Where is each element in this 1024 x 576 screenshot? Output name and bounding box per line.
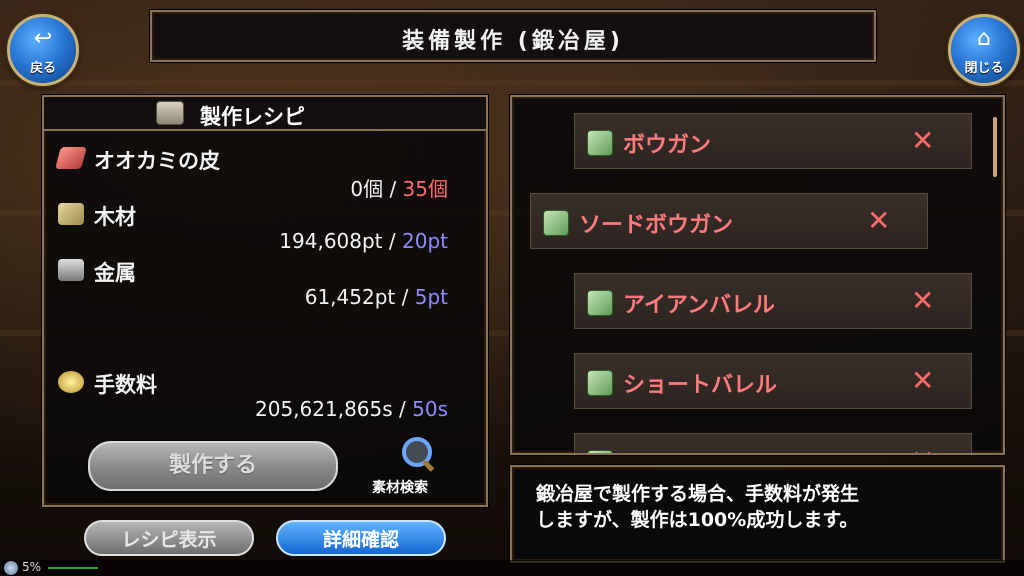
crossbow-icon xyxy=(543,210,569,236)
list-item-label: ハンターボウガン xyxy=(623,447,799,453)
close-button[interactable]: ⌂ 閉じる xyxy=(948,14,1020,86)
crossbow-icon xyxy=(587,370,613,396)
material-owned: 0個 xyxy=(350,177,384,201)
details-button[interactable]: 詳細確認 xyxy=(276,520,446,556)
remove-icon[interactable]: ✕ xyxy=(911,444,934,453)
message-text: 鍛冶屋で製作する場合、手数料が発生 しますが、製作は100%成功します。 xyxy=(536,481,996,533)
crossbow-icon xyxy=(587,450,613,453)
equipment-list: ボウガン ✕ ソードボウガン ✕ アイアンバレル ✕ ショートバレル ✕ ハンタ… xyxy=(510,95,1005,455)
remove-icon[interactable]: ✕ xyxy=(911,284,934,317)
wood-icon xyxy=(58,203,84,225)
list-item[interactable]: ボウガン ✕ xyxy=(574,113,972,169)
wolf-pelt-icon xyxy=(55,147,87,169)
list-item-label: ボウガン xyxy=(623,133,712,158)
search-materials-button[interactable]: 素材検索 xyxy=(366,435,476,499)
close-button-label: 閉じる xyxy=(964,61,1004,76)
material-name: 金属 xyxy=(94,261,136,285)
list-item[interactable]: ショートバレル ✕ xyxy=(574,353,972,409)
back-button-label: 戻る xyxy=(29,61,56,76)
list-item[interactable]: アイアンバレル ✕ xyxy=(574,273,972,329)
fee-name: 手数料 xyxy=(94,373,157,397)
magnifier-handle xyxy=(422,459,435,472)
fee-amount: 205,621,865s / 50s xyxy=(255,397,448,421)
list-item-label: アイアンバレル xyxy=(623,293,776,318)
message-line: 鍛冶屋で製作する場合、手数料が発生 xyxy=(536,483,860,505)
message-box: 鍛冶屋で製作する場合、手数料が発生 しますが、製作は100%成功します。 xyxy=(510,465,1005,563)
remove-icon[interactable]: ✕ xyxy=(911,364,934,397)
status-icon xyxy=(4,561,18,575)
crossbow-icon xyxy=(587,130,613,156)
recipe-scroll-icon xyxy=(156,101,184,125)
material-owned: 61,452pt xyxy=(304,285,396,309)
back-button[interactable]: ↩ 戻る xyxy=(7,14,79,86)
home-icon: ⌂ xyxy=(977,26,991,51)
page-title: 装備製作 (鍛冶屋) xyxy=(402,29,624,54)
material-name: オオカミの皮 xyxy=(94,149,220,173)
material-amount: 194,608pt / 20pt xyxy=(279,229,448,253)
material-separator: / xyxy=(388,229,396,253)
material-name: 木材 xyxy=(94,205,136,229)
list-item-label: ショートバレル xyxy=(623,373,778,398)
material-separator: / xyxy=(401,285,409,309)
fee-required: 50s xyxy=(412,397,448,421)
material-owned: 194,608pt xyxy=(279,229,383,253)
material-required: 5pt xyxy=(414,285,448,309)
status-progress xyxy=(48,567,98,569)
list-item[interactable]: ハンターボウガン ✕ xyxy=(574,433,972,453)
recipe-panel: 製作レシピ オオカミの皮 0個 / 35個 木材 194,608pt / 20p… xyxy=(42,95,488,507)
back-arrow-icon: ↩ xyxy=(33,26,53,51)
status-bar: 5% xyxy=(0,560,1024,576)
recipe-view-button[interactable]: レシピ表示 xyxy=(84,520,254,556)
list-item[interactable]: ソードボウガン ✕ xyxy=(530,193,928,249)
title-bar: 装備製作 (鍛冶屋) xyxy=(150,10,876,62)
status-percent: 5% xyxy=(22,560,42,574)
material-amount: 61,452pt / 5pt xyxy=(305,285,448,309)
craft-button[interactable]: 製作する xyxy=(88,441,338,491)
fee-separator: / xyxy=(399,397,406,421)
remove-icon[interactable]: ✕ xyxy=(867,204,890,237)
remove-icon[interactable]: ✕ xyxy=(911,124,934,157)
material-required: 20pt xyxy=(402,229,448,253)
crossbow-icon xyxy=(587,290,613,316)
coins-icon xyxy=(58,371,84,393)
metal-icon xyxy=(58,259,84,281)
message-line: しますが、製作は100%成功します。 xyxy=(536,509,859,531)
list-scrollbar[interactable] xyxy=(993,117,997,177)
list-item-label: ソードボウガン xyxy=(579,213,734,238)
fee-owned: 205,621,865s xyxy=(255,397,393,421)
material-amount: 0個 / 35個 xyxy=(350,173,448,202)
recipe-header: 製作レシピ xyxy=(44,97,486,131)
material-required: 35個 xyxy=(402,177,448,201)
material-separator: / xyxy=(389,177,397,201)
search-materials-label: 素材検索 xyxy=(372,480,428,496)
recipe-title: 製作レシピ xyxy=(200,105,305,129)
